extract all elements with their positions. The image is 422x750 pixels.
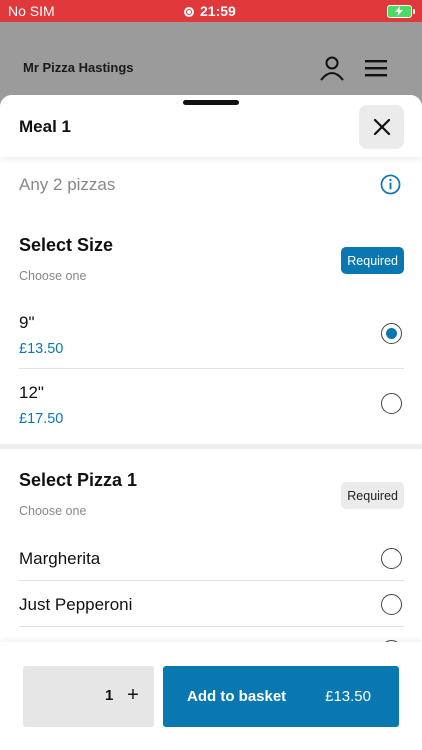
carrier-label: No SIM	[8, 3, 55, 19]
radio-button[interactable]	[381, 594, 402, 615]
sheet-title: Meal 1	[19, 117, 71, 136]
close-button[interactable]	[359, 105, 404, 149]
option-name: 12"	[19, 383, 44, 402]
hamburger-menu-icon[interactable]	[365, 58, 389, 78]
section-divider	[0, 444, 422, 449]
basket-footer: 1 + Add to basket £13.50	[0, 642, 422, 750]
quantity-value: 1	[105, 687, 114, 704]
time-label: 21:59	[200, 3, 236, 19]
plus-icon[interactable]: +	[124, 684, 142, 706]
size-required-badge: Required	[341, 247, 404, 274]
option-name: Just Pepperoni	[19, 595, 133, 614]
user-icon[interactable]	[319, 55, 345, 81]
drag-handle[interactable]	[183, 100, 239, 105]
info-icon[interactable]	[380, 174, 401, 195]
radio-button[interactable]	[381, 548, 402, 569]
radio-button[interactable]	[381, 393, 402, 414]
clock: 21:59	[184, 3, 236, 19]
option-price: £13.50	[19, 341, 64, 357]
size-option-9[interactable]: 9" £13.50	[19, 299, 404, 369]
status-bar: No SIM 21:59	[0, 0, 422, 22]
pizza-section-subtitle: Choose one	[19, 504, 87, 518]
option-name: Margherita	[19, 549, 101, 568]
pizza-option-margherita[interactable]: Margherita	[19, 535, 404, 581]
quantity-stepper[interactable]: 1 +	[23, 666, 154, 727]
pizza-section-title: Select Pizza 1	[19, 470, 138, 490]
sheet-header: Meal 1	[0, 95, 422, 157]
size-option-12[interactable]: 12" £17.50	[19, 369, 404, 439]
option-price: £17.50	[19, 411, 64, 427]
meal-description: Any 2 pizzas	[19, 175, 116, 194]
shop-name: Mr Pizza Hastings	[23, 60, 134, 75]
option-name: 9"	[19, 313, 35, 332]
radio-button-selected[interactable]	[381, 323, 402, 344]
add-to-basket-label: Add to basket	[187, 688, 287, 705]
size-section-title: Select Size	[19, 235, 114, 255]
add-to-basket-price: £13.50	[325, 688, 371, 705]
battery-icon	[387, 5, 415, 18]
pizza-option-just-pepperoni[interactable]: Just Pepperoni	[19, 581, 404, 627]
size-section-subtitle: Choose one	[19, 269, 87, 283]
pizza-required-badge: Required	[341, 482, 404, 509]
recording-icon	[184, 7, 194, 17]
add-to-basket-button[interactable]: Add to basket £13.50	[163, 666, 399, 727]
close-icon	[373, 118, 390, 136]
